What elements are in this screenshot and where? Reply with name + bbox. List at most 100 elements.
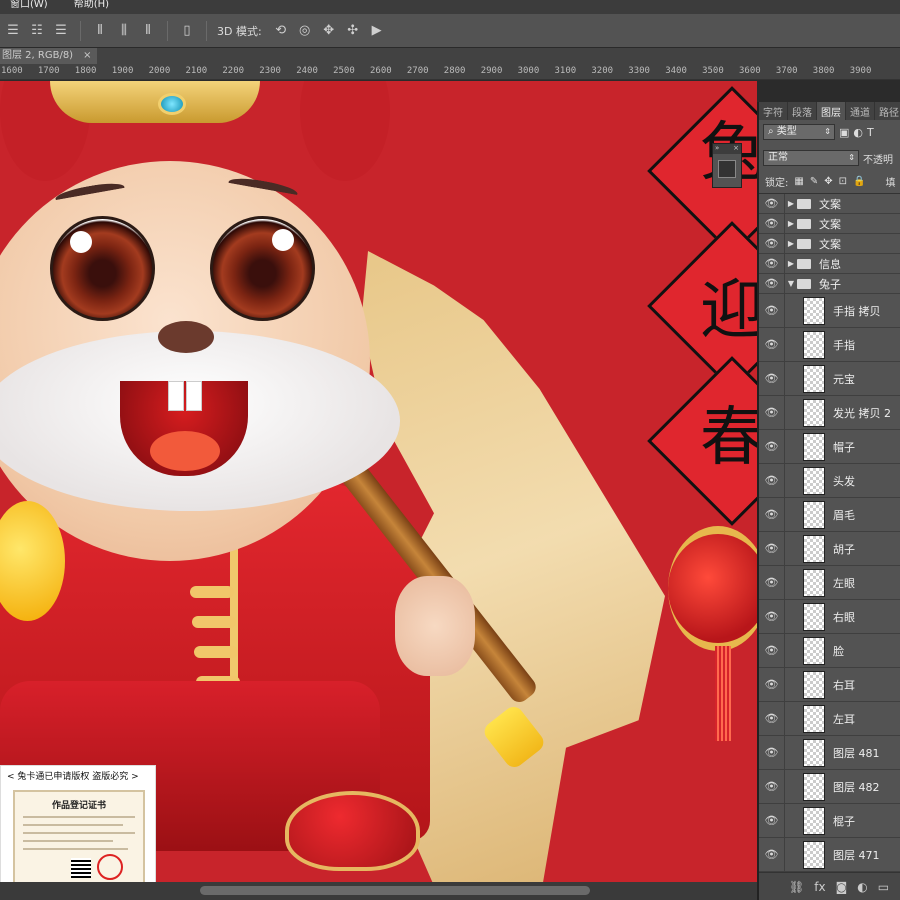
- layer-row[interactable]: 👁 手指: [759, 328, 900, 362]
- layer-filter-select[interactable]: ⌕ 类型 ⇕: [763, 124, 835, 140]
- tab-paragraph[interactable]: 段落: [788, 102, 817, 120]
- layer-row[interactable]: 👁 胡子: [759, 532, 900, 566]
- properties-icon[interactable]: [718, 160, 736, 178]
- layer-row[interactable]: 👁 左耳: [759, 702, 900, 736]
- visibility-eye-icon[interactable]: 👁: [759, 328, 785, 361]
- mask-icon[interactable]: ◙: [836, 880, 848, 894]
- horizontal-scrollbar[interactable]: [0, 882, 757, 900]
- document-tab[interactable]: 图层 2, RGB/8) ×: [0, 48, 98, 64]
- align-left-icon[interactable]: ⫴: [91, 22, 109, 40]
- align-bottom-icon[interactable]: ☰: [52, 22, 70, 40]
- search-icon: ⌕: [768, 126, 774, 137]
- scrollbar-thumb[interactable]: [200, 886, 590, 895]
- visibility-eye-icon[interactable]: 👁: [759, 498, 785, 531]
- divider: [80, 20, 81, 41]
- layer-row[interactable]: 👁 头发: [759, 464, 900, 498]
- 3d-rotate-icon[interactable]: ⟲: [272, 22, 290, 40]
- qr-code: [71, 858, 91, 878]
- close-icon[interactable]: ×: [733, 144, 739, 154]
- filter-type-icon[interactable]: T: [867, 126, 874, 139]
- layer-row[interactable]: 👁 脸: [759, 634, 900, 668]
- align-right-icon[interactable]: ⫴: [139, 22, 157, 40]
- visibility-eye-icon[interactable]: 👁: [759, 362, 785, 395]
- menu-help[interactable]: 帮助(H): [74, 0, 109, 14]
- visibility-eye-icon[interactable]: 👁: [759, 396, 785, 429]
- align-vcenter-icon[interactable]: ☷: [28, 22, 46, 40]
- floating-panel[interactable]: » ×: [712, 143, 742, 188]
- 3d-camera-icon[interactable]: ▶: [368, 22, 386, 40]
- layer-row[interactable]: 👁 元宝: [759, 362, 900, 396]
- lock-position-icon[interactable]: ✥: [824, 176, 832, 187]
- layer-row[interactable]: 👁 发光 拷贝 2: [759, 396, 900, 430]
- filter-adjustment-icon[interactable]: ◐: [853, 126, 863, 139]
- layer-row[interactable]: 👁 左眼: [759, 566, 900, 600]
- right-eye: [210, 216, 315, 321]
- visibility-eye-icon[interactable]: 👁: [759, 736, 785, 769]
- blend-mode-select[interactable]: 正常 ⇕: [763, 150, 859, 166]
- visibility-eye-icon[interactable]: 👁: [759, 274, 785, 293]
- layer-row[interactable]: 👁 眉毛: [759, 498, 900, 532]
- layer-row[interactable]: 👁 右眼: [759, 600, 900, 634]
- layer-row[interactable]: 👁 图层 482: [759, 770, 900, 804]
- visibility-eye-icon[interactable]: 👁: [759, 600, 785, 633]
- layer-group-row[interactable]: 👁 ▶ 文案: [759, 214, 900, 234]
- visibility-eye-icon[interactable]: 👁: [759, 532, 785, 565]
- 3d-slide-icon[interactable]: ✣: [344, 22, 362, 40]
- layer-group-row[interactable]: 👁 ▶ 文案: [759, 194, 900, 214]
- layer-name: 右眼: [833, 610, 855, 624]
- visibility-eye-icon[interactable]: 👁: [759, 214, 785, 233]
- visibility-eye-icon[interactable]: 👁: [759, 634, 785, 667]
- folder-icon[interactable]: ▭: [878, 880, 889, 894]
- visibility-eye-icon[interactable]: 👁: [759, 804, 785, 837]
- ruler-tick: 1600: [1, 66, 23, 76]
- tab-character[interactable]: 字符: [759, 102, 788, 120]
- collapse-icon[interactable]: »: [715, 144, 719, 154]
- tab-layers[interactable]: 图层: [817, 102, 846, 120]
- visibility-eye-icon[interactable]: 👁: [759, 234, 785, 253]
- canvas[interactable]: 兔 迎 春 » ×: [0, 81, 757, 882]
- visibility-eye-icon[interactable]: 👁: [759, 294, 785, 327]
- chevron-down-icon[interactable]: ▼: [785, 279, 797, 288]
- layer-group-row[interactable]: 👁 ▶ 信息: [759, 254, 900, 274]
- visibility-eye-icon[interactable]: 👁: [759, 566, 785, 599]
- ruler-tick: 3900: [849, 66, 872, 76]
- link-icon[interactable]: ⛓: [789, 880, 804, 894]
- chevron-right-icon[interactable]: ▶: [785, 219, 797, 228]
- menu-window[interactable]: 窗口(W): [10, 0, 48, 14]
- visibility-eye-icon[interactable]: 👁: [759, 668, 785, 701]
- chevron-right-icon[interactable]: ▶: [785, 239, 797, 248]
- lock-artboard-icon[interactable]: ⊡: [839, 176, 847, 187]
- fx-icon[interactable]: fx: [814, 880, 825, 894]
- visibility-eye-icon[interactable]: 👁: [759, 464, 785, 497]
- layer-row[interactable]: 👁 右耳: [759, 668, 900, 702]
- visibility-eye-icon[interactable]: 👁: [759, 702, 785, 735]
- filter-image-icon[interactable]: ▣: [839, 126, 849, 139]
- layer-group-row[interactable]: 👁 ▶ 文案: [759, 234, 900, 254]
- close-icon[interactable]: ×: [83, 48, 91, 64]
- tab-paths[interactable]: 路径: [875, 102, 900, 120]
- layer-row[interactable]: 👁 手指 拷贝: [759, 294, 900, 328]
- adjustment-icon[interactable]: ◐: [857, 880, 867, 894]
- distribute-icon[interactable]: ▯: [178, 22, 196, 40]
- align-top-icon[interactable]: ☰: [4, 22, 22, 40]
- layer-thumbnail: [803, 704, 825, 733]
- layer-row[interactable]: 👁 图层 471: [759, 838, 900, 872]
- align-hcenter-icon[interactable]: ⫼: [115, 22, 133, 40]
- visibility-eye-icon[interactable]: 👁: [759, 254, 785, 273]
- visibility-eye-icon[interactable]: 👁: [759, 430, 785, 463]
- layer-row[interactable]: 👁 帽子: [759, 430, 900, 464]
- layer-row[interactable]: 👁 棍子: [759, 804, 900, 838]
- layer-row[interactable]: 👁 图层 481: [759, 736, 900, 770]
- 3d-roll-icon[interactable]: ◎: [296, 22, 314, 40]
- lock-transparent-icon[interactable]: ▦: [794, 176, 803, 187]
- chevron-right-icon[interactable]: ▶: [785, 259, 797, 268]
- lock-all-icon[interactable]: 🔒: [853, 176, 865, 187]
- layer-group-row[interactable]: 👁 ▼ 兔子: [759, 274, 900, 294]
- 3d-pan-icon[interactable]: ✥: [320, 22, 338, 40]
- lock-paint-icon[interactable]: ✎: [810, 176, 818, 187]
- visibility-eye-icon[interactable]: 👁: [759, 838, 785, 871]
- tab-channels[interactable]: 通道: [846, 102, 875, 120]
- visibility-eye-icon[interactable]: 👁: [759, 194, 785, 213]
- chevron-right-icon[interactable]: ▶: [785, 199, 797, 208]
- visibility-eye-icon[interactable]: 👁: [759, 770, 785, 803]
